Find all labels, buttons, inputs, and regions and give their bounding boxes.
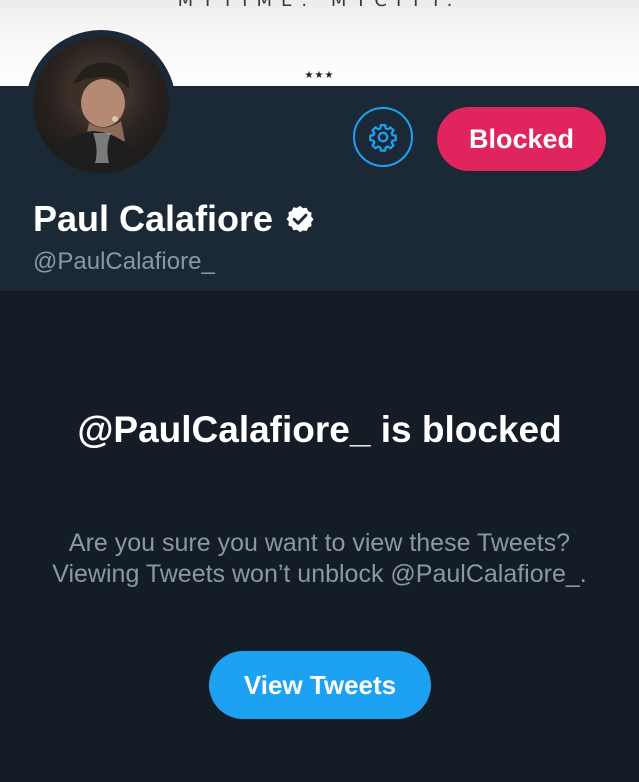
blocked-title: @PaulCalafiore_ is blocked xyxy=(77,409,562,450)
avatar-illustration xyxy=(53,62,149,173)
gear-icon xyxy=(369,124,397,152)
settings-button[interactable] xyxy=(353,107,413,167)
verified-badge-icon xyxy=(285,204,315,234)
banner-text: MYTIME. MYCITY. xyxy=(177,0,462,11)
profile-name-row: Paul Calafiore xyxy=(33,198,315,240)
profile-handle: @PaulCalafiore_ xyxy=(33,248,215,275)
view-tweets-button[interactable]: View Tweets xyxy=(209,651,431,719)
avatar-photo xyxy=(33,37,169,173)
blocked-button[interactable]: Blocked xyxy=(437,107,606,171)
avatar[interactable] xyxy=(26,30,176,180)
profile-name: Paul Calafiore xyxy=(33,198,274,239)
blocked-description: Are you sure you want to view these Twee… xyxy=(52,529,587,588)
